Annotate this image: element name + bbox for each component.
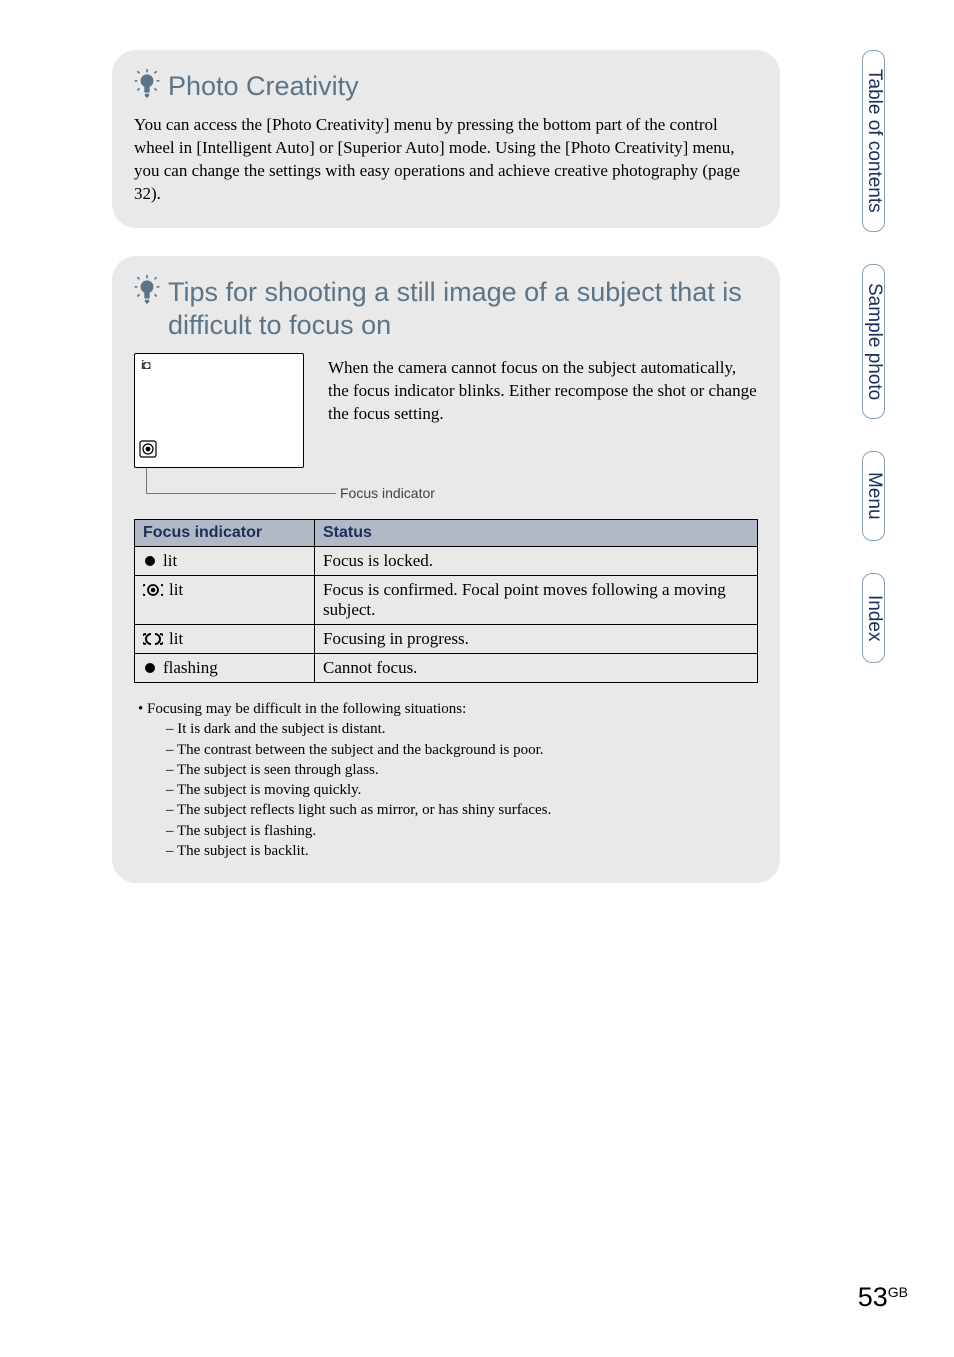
focus-target-hollow-icon: [143, 632, 163, 646]
indicator-state: lit: [169, 580, 183, 600]
focus-target-solid-icon: [143, 583, 163, 597]
table-header-indicator: Focus indicator: [135, 520, 315, 547]
table-row: lit Focus is confirmed. Focal point move…: [135, 576, 758, 625]
focus-indicator-table: Focus indicator Status lit Focus is lock…: [134, 519, 758, 683]
page-number: 53GB: [858, 1282, 908, 1313]
status-cell: Focusing in progress.: [315, 625, 758, 654]
tip-heading: Photo Creativity: [134, 68, 758, 104]
tip-body-text: You can access the [Photo Creativity] me…: [134, 114, 758, 206]
status-cell: Focus is locked.: [315, 547, 758, 576]
indicator-state: flashing: [163, 658, 218, 678]
page-number-suffix: GB: [888, 1284, 908, 1300]
status-cell: Cannot focus.: [315, 654, 758, 683]
list-item: The subject is seen through glass.: [177, 762, 379, 778]
table-row: flashing Cannot focus.: [135, 654, 758, 683]
tip-title: Tips for shooting a still image of a sub…: [168, 274, 758, 344]
list-item: The subject is backlit.: [177, 843, 309, 859]
focus-dot-solid-icon: [143, 554, 157, 568]
lightbulb-icon: [134, 274, 160, 304]
list-item: The subject reflects light such as mirro…: [177, 802, 551, 818]
list-item: It is dark and the subject is distant.: [177, 721, 385, 737]
camera-mode-icon: i◘: [141, 358, 150, 372]
list-lead: Focusing may be difficult in the followi…: [147, 701, 466, 717]
table-row: lit Focus is locked.: [135, 547, 758, 576]
tab-menu[interactable]: Menu: [862, 451, 885, 541]
page-number-value: 53: [858, 1282, 888, 1312]
indicator-state: lit: [163, 551, 177, 571]
focusing-situations-list: • Focusing may be difficult in the follo…: [134, 699, 758, 861]
tip-box-focus-tips: Tips for shooting a still image of a sub…: [112, 256, 780, 884]
tip-title: Photo Creativity: [168, 68, 758, 104]
tab-sample-photo[interactable]: Sample photo: [862, 264, 885, 419]
list-item: The subject is flashing.: [177, 823, 316, 839]
lightbulb-icon: [134, 68, 160, 98]
indicator-state: lit: [169, 629, 183, 649]
focus-indicator-icon: [139, 440, 157, 463]
focus-dot-solid-icon: [143, 661, 157, 675]
table-header-status: Status: [315, 520, 758, 547]
list-item: The contrast between the subject and the…: [177, 742, 544, 758]
tip-heading: Tips for shooting a still image of a sub…: [134, 274, 758, 344]
status-cell: Focus is confirmed. Focal point moves fo…: [315, 576, 758, 625]
list-item: The subject is moving quickly.: [177, 782, 361, 798]
focus-diagram: i◘ Focus indicator: [134, 353, 304, 501]
diagram-description: When the camera cannot focus on the subj…: [328, 353, 758, 426]
table-row: lit Focusing in progress.: [135, 625, 758, 654]
tip-box-photo-creativity: Photo Creativity You can access the [Pho…: [112, 50, 780, 228]
tab-index[interactable]: Index: [862, 573, 885, 663]
tab-table-of-contents[interactable]: Table of contents: [862, 50, 885, 232]
